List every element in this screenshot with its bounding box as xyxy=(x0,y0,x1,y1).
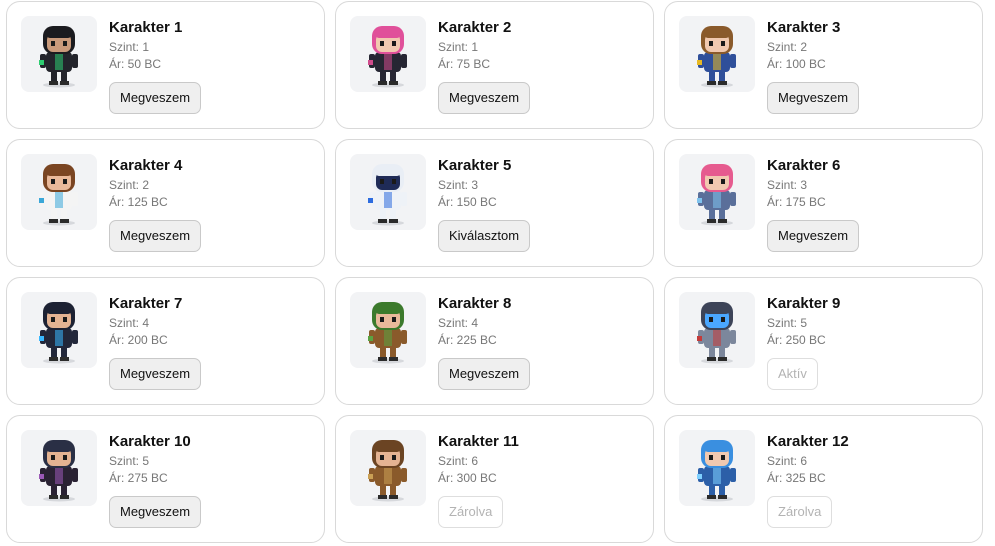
character-card: Karakter 4 Szint: 2 Ár: 125 BC Megveszem xyxy=(6,139,325,267)
character-portrait xyxy=(21,16,97,92)
character-action-button[interactable]: Megveszem xyxy=(767,220,860,252)
character-level: Szint: 6 xyxy=(438,454,479,468)
character-card: Karakter 9 Szint: 5 Ár: 250 BC Aktív xyxy=(664,277,983,405)
character-portrait xyxy=(21,292,97,368)
character-action-button[interactable]: Kiválasztom xyxy=(438,220,531,252)
character-portrait xyxy=(21,430,97,506)
cyber-visor-character-icon xyxy=(39,302,78,364)
character-level: Szint: 2 xyxy=(767,40,808,54)
blue-mage-character-icon xyxy=(697,440,736,502)
character-price: Ár: 200 BC xyxy=(109,333,168,347)
character-level: Szint: 4 xyxy=(438,316,479,330)
character-name: Karakter 6 xyxy=(767,157,841,174)
character-name: Karakter 3 xyxy=(767,19,841,36)
astronaut-character-icon xyxy=(368,164,407,226)
character-name: Karakter 4 xyxy=(109,157,183,174)
character-shop-grid: Karakter 1 Szint: 1 Ár: 50 BC Megveszem xyxy=(0,0,995,543)
pink-hair-girl-character-icon xyxy=(368,26,407,88)
character-price: Ár: 150 BC xyxy=(438,195,497,209)
character-card: Karakter 3 Szint: 2 Ár: 100 BC Megveszem xyxy=(664,1,983,129)
character-portrait xyxy=(679,154,755,230)
pink-pigtails-girl-character-icon xyxy=(697,164,736,226)
character-level: Szint: 4 xyxy=(109,316,150,330)
character-level: Szint: 3 xyxy=(438,178,479,192)
character-price: Ár: 75 BC xyxy=(438,57,491,71)
character-name: Karakter 1 xyxy=(109,19,183,36)
character-action-button[interactable]: Megveszem xyxy=(438,358,531,390)
character-level: Szint: 5 xyxy=(767,316,808,330)
hooded-hacker-character-icon xyxy=(39,26,78,88)
character-portrait xyxy=(350,292,426,368)
character-portrait xyxy=(679,16,755,92)
character-portrait xyxy=(679,292,755,368)
character-price: Ár: 225 BC xyxy=(438,333,497,347)
character-card: Karakter 7 Szint: 4 Ár: 200 BC Megveszem xyxy=(6,277,325,405)
character-name: Karakter 2 xyxy=(438,19,512,36)
character-price: Ár: 325 BC xyxy=(767,471,826,485)
character-level: Szint: 1 xyxy=(438,40,479,54)
robot-knight-character-icon xyxy=(697,302,736,364)
scientist-character-icon xyxy=(39,164,78,226)
character-action-button[interactable]: Megveszem xyxy=(109,496,202,528)
character-portrait xyxy=(350,16,426,92)
character-card: Karakter 8 Szint: 4 Ár: 225 BC Megveszem xyxy=(335,277,654,405)
character-price: Ár: 175 BC xyxy=(767,195,826,209)
character-name: Karakter 11 xyxy=(438,433,519,450)
character-level: Szint: 6 xyxy=(767,454,808,468)
character-name: Karakter 10 xyxy=(109,433,191,450)
character-price: Ár: 275 BC xyxy=(109,471,168,485)
character-action-button[interactable]: Megveszem xyxy=(109,220,202,252)
character-level: Szint: 1 xyxy=(109,40,150,54)
character-name: Karakter 12 xyxy=(767,433,849,450)
character-card: Karakter 1 Szint: 1 Ár: 50 BC Megveszem xyxy=(6,1,325,129)
character-level: Szint: 3 xyxy=(767,178,808,192)
character-card: Karakter 11 Szint: 6 Ár: 300 BC Zárolva xyxy=(335,415,654,543)
character-price: Ár: 250 BC xyxy=(767,333,826,347)
character-level: Szint: 2 xyxy=(109,178,150,192)
character-price: Ár: 300 BC xyxy=(438,471,497,485)
character-name: Karakter 5 xyxy=(438,157,512,174)
elf-archer-character-icon xyxy=(368,302,407,364)
character-name: Karakter 8 xyxy=(438,295,512,312)
character-card: Karakter 12 Szint: 6 Ár: 325 BC Zárolva xyxy=(664,415,983,543)
character-portrait xyxy=(679,430,755,506)
character-portrait xyxy=(350,154,426,230)
wizard-character-icon xyxy=(697,26,736,88)
character-price: Ár: 125 BC xyxy=(109,195,168,209)
character-status-button: Zárolva xyxy=(438,496,504,528)
character-name: Karakter 9 xyxy=(767,295,841,312)
character-card: Karakter 10 Szint: 5 Ár: 275 BC Megvesze… xyxy=(6,415,325,543)
character-level: Szint: 5 xyxy=(109,454,150,468)
character-status-button: Aktív xyxy=(767,358,818,390)
character-name: Karakter 7 xyxy=(109,295,183,312)
character-price: Ár: 100 BC xyxy=(767,57,826,71)
character-action-button[interactable]: Megveszem xyxy=(438,82,531,114)
character-card: Karakter 6 Szint: 3 Ár: 175 BC Megveszem xyxy=(664,139,983,267)
steampunk-character-icon xyxy=(368,440,407,502)
character-portrait xyxy=(21,154,97,230)
character-price: Ár: 50 BC xyxy=(109,57,162,71)
character-action-button[interactable]: Megveszem xyxy=(109,358,202,390)
character-card: Karakter 5 Szint: 3 Ár: 150 BC Kiválaszt… xyxy=(335,139,654,267)
character-portrait xyxy=(350,430,426,506)
character-card: Karakter 2 Szint: 1 Ár: 75 BC Megveszem xyxy=(335,1,654,129)
character-action-button[interactable]: Megveszem xyxy=(767,82,860,114)
character-status-button: Zárolva xyxy=(767,496,833,528)
character-action-button[interactable]: Megveszem xyxy=(109,82,202,114)
headphones-girl-character-icon xyxy=(39,440,78,502)
